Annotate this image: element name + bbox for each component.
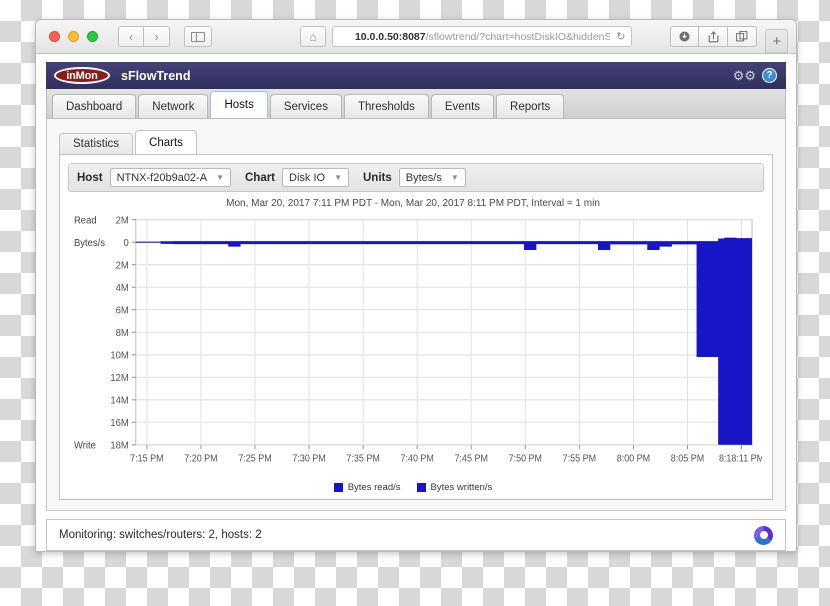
navigation-buttons: ‹ › — [118, 26, 170, 47]
x-tick-label: 7:55 PM — [563, 453, 596, 465]
y-tick-label: 2M — [116, 260, 129, 272]
legend-item[interactable]: Bytes written/s — [416, 482, 493, 493]
web-page: inMon sFlowTrend ⚙⚙ ? Dashboard Network Ho… — [36, 54, 796, 551]
chart-select[interactable]: Disk IO ▼ — [282, 168, 349, 187]
x-tick-label: 7:50 PM — [509, 453, 542, 465]
share-icon[interactable] — [699, 26, 729, 47]
help-icon[interactable]: ? — [762, 68, 777, 83]
browser-window: ‹ › ⌂ 10.0.0.50:8087/sflowtrend/?chart=h… — [35, 19, 797, 552]
sub-tab-charts[interactable]: Charts — [135, 130, 197, 154]
chevron-down-icon: ▼ — [450, 173, 459, 182]
y-tick-label: 2M — [116, 215, 129, 227]
legend-label: Bytes read/s — [347, 482, 401, 493]
close-window-button[interactable] — [49, 31, 60, 42]
forward-icon[interactable]: › — [144, 26, 170, 47]
minimize-window-button[interactable] — [68, 31, 79, 42]
x-tick-label: 8:18:11 PM — [719, 453, 762, 465]
x-tick-label: 7:15 PM — [130, 453, 163, 465]
address-bar[interactable]: 10.0.0.50:8087/sflowtrend/?chart=hostDis… — [332, 26, 633, 47]
sidebar-toggle-icon[interactable] — [184, 26, 213, 47]
main-tab-network[interactable]: Network — [138, 94, 209, 118]
chart-plot-area: 2M 0 2M 4M 6M 8M 10M 12M 14M 16M 18M Read Bytes/s Wri… — [64, 213, 762, 478]
y-tick-label: 4M — [116, 283, 129, 295]
url-text: 10.0.0.50:8087/sflowtrend/?chart=hostDis… — [355, 31, 610, 43]
main-tab-thresholds[interactable]: Thresholds — [343, 94, 429, 118]
maximize-window-button[interactable] — [87, 31, 98, 42]
back-icon[interactable]: ‹ — [118, 26, 144, 47]
y-tick-label: 14M — [110, 395, 128, 407]
chart-select-value: Disk IO — [289, 171, 326, 184]
y-axis-unit-label: Bytes/s — [74, 238, 105, 250]
charts-pane: Host NTNX-f20b9a02-A ▼ Chart Disk IO ▼ Units By… — [59, 154, 773, 500]
host-select[interactable]: NTNX-f20b9a02-A ▼ — [109, 168, 231, 187]
app-header: inMon sFlowTrend ⚙⚙ ? — [46, 62, 786, 89]
browser-toolbar: ‹ › ⌂ 10.0.0.50:8087/sflowtrend/?chart=h… — [36, 20, 796, 54]
inmon-logo: inMon — [54, 67, 110, 84]
x-tick-label: 7:40 PM — [400, 453, 433, 465]
legend-label: Bytes written/s — [430, 482, 493, 493]
reload-icon[interactable]: ↻ — [616, 30, 625, 43]
main-tab-services[interactable]: Services — [269, 94, 342, 118]
legend-swatch-icon — [333, 483, 343, 492]
main-tab-events[interactable]: Events — [430, 94, 495, 118]
y-tick-label: 16M — [110, 418, 128, 430]
content-panel: Statistics Charts Host NTNX-f20b9a02-A ▼ Cha… — [46, 119, 786, 511]
chart-legend: Bytes read/s Bytes written/s — [64, 478, 762, 495]
x-tick-label: 7:25 PM — [238, 453, 271, 465]
url-host: 10.0.0.50:8087 — [354, 30, 426, 43]
x-tick-label: 8:00 PM — [617, 453, 650, 465]
control-label-host: Host — [77, 171, 103, 184]
chart-title: Mon, Mar 20, 2017 7:11 PM PDT - Mon, Mar… — [226, 198, 600, 209]
legend-swatch-icon — [416, 483, 426, 492]
status-bar: Monitoring: switches/routers: 2, hosts: … — [46, 519, 786, 551]
main-tab-reports[interactable]: Reports — [496, 94, 565, 118]
host-select-value: NTNX-f20b9a02-A — [116, 171, 208, 184]
header-icons: ⚙⚙ ? — [733, 68, 780, 84]
settings-gear-icon[interactable]: ⚙⚙ — [733, 68, 756, 84]
y-axis-top-label: Read — [74, 215, 97, 227]
app-title: sFlowTrend — [121, 68, 191, 83]
window-controls — [49, 31, 98, 42]
main-tab-hosts[interactable]: Hosts — [210, 91, 268, 118]
units-select-value: Bytes/s — [405, 171, 442, 184]
new-tab-button[interactable]: + — [765, 29, 788, 53]
chevron-down-icon: ▼ — [216, 173, 224, 182]
sidebar-glyph — [191, 31, 206, 42]
x-tick-label: 8:05 PM — [671, 453, 704, 465]
y-tick-label: 8M — [116, 328, 129, 340]
main-tab-dashboard[interactable]: Dashboard — [52, 94, 137, 118]
status-text: Monitoring: switches/routers: 2, hosts: … — [59, 529, 262, 541]
legend-item[interactable]: Bytes read/s — [333, 482, 401, 493]
y-tick-label: 10M — [110, 350, 128, 362]
chevron-down-icon: ▼ — [334, 173, 342, 182]
control-label-units: Units — [363, 171, 392, 184]
toolbar-actions — [670, 26, 758, 47]
x-tick-label: 7:30 PM — [292, 453, 325, 465]
x-tick-label: 7:45 PM — [455, 453, 488, 465]
y-tick-label: 12M — [110, 373, 128, 385]
sub-tab-statistics[interactable]: Statistics — [59, 133, 134, 154]
download-icon[interactable] — [670, 26, 700, 47]
chart-svg: 2M 0 2M 4M 6M 8M 10M 12M 14M 16M 18M Read Bytes/s Wri… — [74, 215, 762, 465]
units-select[interactable]: Bytes/s ▼ — [398, 168, 466, 187]
activity-indicator-icon — [754, 525, 773, 545]
chart-controls-toolbar: Host NTNX-f20b9a02-A ▼ Chart Disk IO ▼ Units By… — [68, 163, 764, 192]
y-axis-bottom-label: Write — [74, 440, 96, 452]
home-icon[interactable]: ⌂ — [300, 26, 327, 47]
url-path: /sflowtrend/?chart=hostDiskIO&hiddenSeri… — [425, 30, 610, 43]
main-tab-bar: Dashboard Network Hosts Services Thresholds E… — [46, 89, 786, 119]
sub-tab-bar: Statistics Charts — [59, 129, 773, 154]
chart-container: Mon, Mar 20, 2017 7:11 PM PDT - Mon, Mar… — [64, 198, 762, 495]
show-tabs-icon[interactable] — [728, 26, 758, 47]
x-tick-label: 7:35 PM — [346, 453, 379, 465]
control-label-chart: Chart — [244, 171, 276, 184]
y-tick-label: 18M — [110, 440, 128, 452]
y-tick-label: 0 — [124, 238, 130, 250]
x-tick-label: 7:20 PM — [184, 453, 217, 465]
y-tick-label: 6M — [116, 305, 129, 317]
